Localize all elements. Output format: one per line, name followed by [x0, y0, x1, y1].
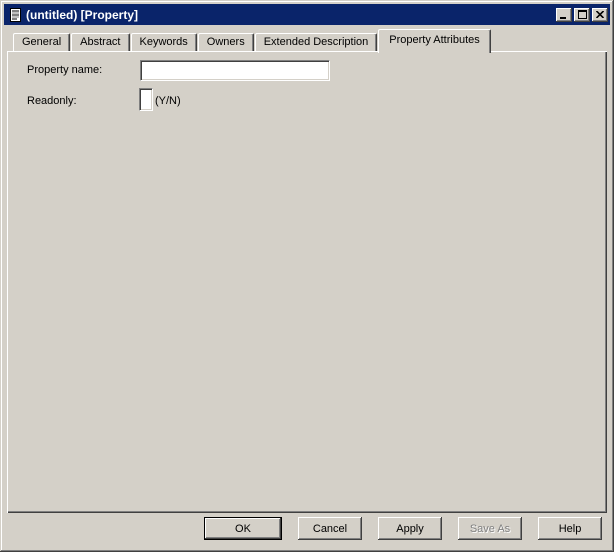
- readonly-input[interactable]: [139, 88, 153, 111]
- readonly-hint: (Y/N): [155, 95, 181, 107]
- cancel-button[interactable]: Cancel: [298, 517, 362, 540]
- window-controls: [554, 7, 608, 22]
- apply-button[interactable]: Apply: [378, 517, 442, 540]
- maximize-icon: [577, 10, 587, 19]
- readonly-label: Readonly:: [27, 95, 77, 107]
- tab-abstract[interactable]: Abstract: [71, 33, 130, 51]
- maximize-button[interactable]: [574, 7, 590, 22]
- document-icon: [8, 7, 22, 22]
- property-dialog-window: (untitled) [Property] General Abstract K…: [0, 0, 614, 552]
- property-name-input[interactable]: [140, 60, 330, 81]
- tab-property-attributes[interactable]: Property Attributes: [378, 29, 491, 53]
- tab-owners[interactable]: Owners: [197, 33, 254, 51]
- window-title: (untitled) [Property]: [26, 7, 138, 22]
- help-button[interactable]: Help: [538, 517, 602, 540]
- save-as-button: Save As: [458, 517, 522, 540]
- titlebar[interactable]: (untitled) [Property]: [4, 4, 610, 25]
- close-icon: [596, 11, 604, 18]
- minimize-button[interactable]: [556, 7, 572, 22]
- tab-strip: General Abstract Keywords Owners Extende…: [13, 29, 492, 53]
- tab-extended-description[interactable]: Extended Description: [254, 33, 378, 51]
- ok-button[interactable]: OK: [204, 517, 282, 540]
- minimize-icon: [560, 16, 566, 19]
- property-name-label: Property name:: [27, 64, 103, 76]
- tab-general[interactable]: General: [13, 33, 71, 51]
- tab-keywords[interactable]: Keywords: [130, 33, 197, 51]
- close-button[interactable]: [592, 7, 608, 22]
- tab-page-property-attributes: Property name: Readonly: (Y/N): [7, 51, 607, 513]
